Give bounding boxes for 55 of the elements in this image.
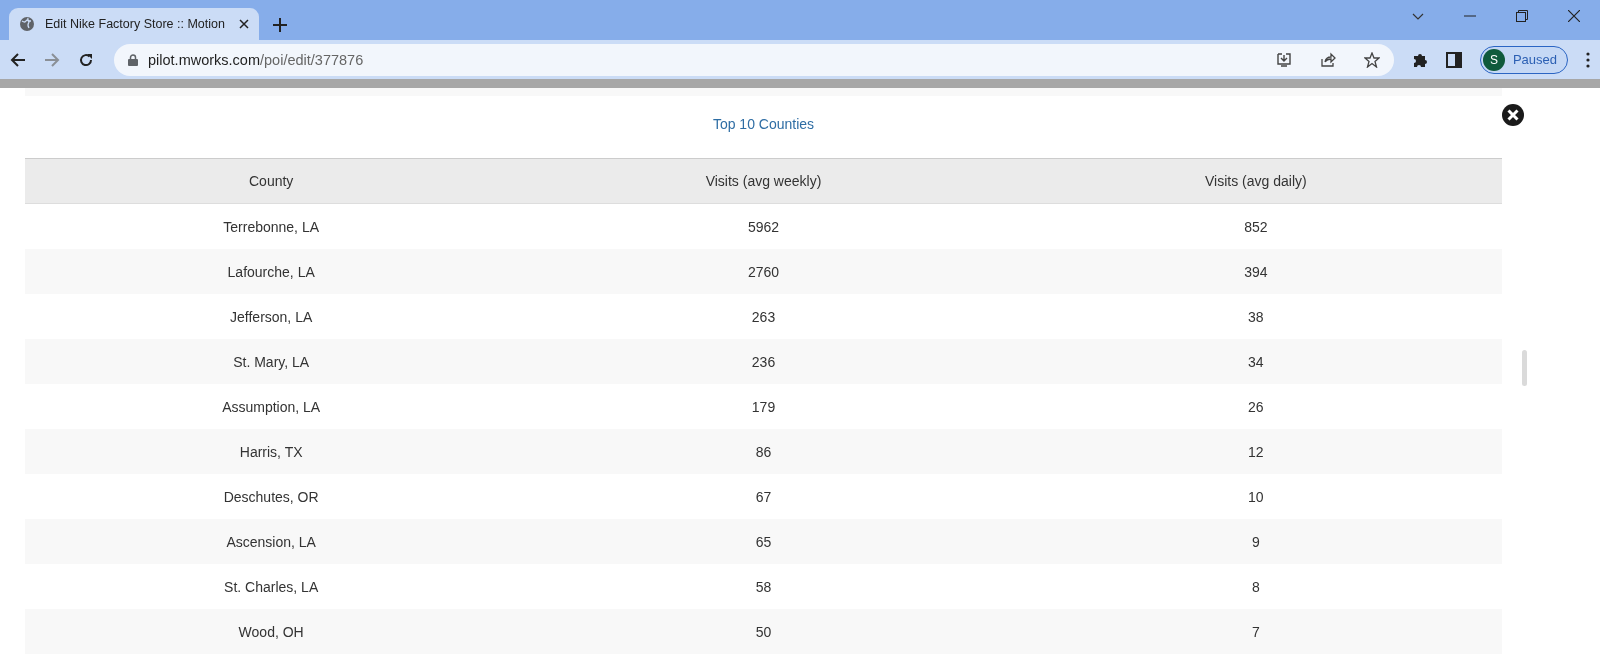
table-title: Top 10 Counties <box>712 116 815 132</box>
table-cell: 10 <box>1009 474 1502 519</box>
puzzle-icon[interactable] <box>1411 51 1428 68</box>
table-cell: Assumption, LA <box>25 384 518 429</box>
browser-tab[interactable]: Edit Nike Factory Store :: Motion <box>9 8 259 40</box>
table-cell: Ascension, LA <box>25 519 518 564</box>
caret-icon[interactable] <box>1412 12 1424 20</box>
table-cell: 67 <box>517 474 1010 519</box>
table-cell: 34 <box>1009 339 1502 384</box>
table-cell: Harris, TX <box>25 429 518 474</box>
close-icon[interactable] <box>1568 10 1580 22</box>
back-arrow-icon[interactable] <box>10 51 26 68</box>
table-cell: St. Mary, LA <box>25 339 518 384</box>
table-cell: 38 <box>1009 294 1502 339</box>
close-icon[interactable] <box>1502 104 1524 126</box>
new-tab-icon[interactable] <box>273 18 287 32</box>
table-cell: 86 <box>517 429 1010 474</box>
table-cell: Deschutes, OR <box>25 474 518 519</box>
more-icon[interactable] <box>1586 51 1590 68</box>
column-header: Visits (avg weekly) <box>517 158 1010 204</box>
star-icon[interactable] <box>1363 51 1380 68</box>
table-cell: 236 <box>517 339 1010 384</box>
table-cell: 263 <box>517 294 1010 339</box>
globe-icon[interactable] <box>19 16 35 32</box>
profile-button[interactable]: S Paused <box>1479 45 1568 74</box>
close-icon[interactable] <box>239 19 249 29</box>
restore-icon[interactable] <box>1516 10 1528 22</box>
side-panel-icon[interactable] <box>1445 51 1462 68</box>
table-cell: St. Charles, LA <box>25 564 518 609</box>
lock-icon[interactable] <box>128 53 138 66</box>
table-cell: 7 <box>1009 609 1502 654</box>
column-header: Visits (avg daily) <box>1009 158 1502 204</box>
install-icon[interactable] <box>1275 51 1292 68</box>
table-cell: 852 <box>1009 203 1502 249</box>
table-cell: 50 <box>517 609 1010 654</box>
table-cell: 9 <box>1009 519 1502 564</box>
table-cell: 8 <box>1009 564 1502 609</box>
table-cell: Jefferson, LA <box>25 294 518 339</box>
table-cell: 2760 <box>517 249 1010 294</box>
table-cell: 58 <box>517 564 1010 609</box>
table-cell: Terrebonne, LA <box>25 203 518 249</box>
table-cell: 12 <box>1009 429 1502 474</box>
tab-title: Edit Nike Factory Store :: Motion <box>45 17 226 31</box>
reload-icon[interactable] <box>78 51 94 68</box>
table-cell: Lafourche, LA <box>25 249 518 294</box>
table-cell: 394 <box>1009 249 1502 294</box>
table-cell: 179 <box>517 384 1010 429</box>
address-bar[interactable]: pilot.mworks.com/poi/edit/377876 <box>114 43 1394 76</box>
share-icon[interactable] <box>1319 51 1336 68</box>
table-cell: 5962 <box>517 203 1010 249</box>
table-cell: Wood, OH <box>25 609 518 654</box>
table-cell: 65 <box>517 519 1010 564</box>
column-header: County <box>25 158 518 204</box>
table-cell: 26 <box>1009 384 1502 429</box>
scrollbar-thumb[interactable] <box>1522 350 1527 386</box>
